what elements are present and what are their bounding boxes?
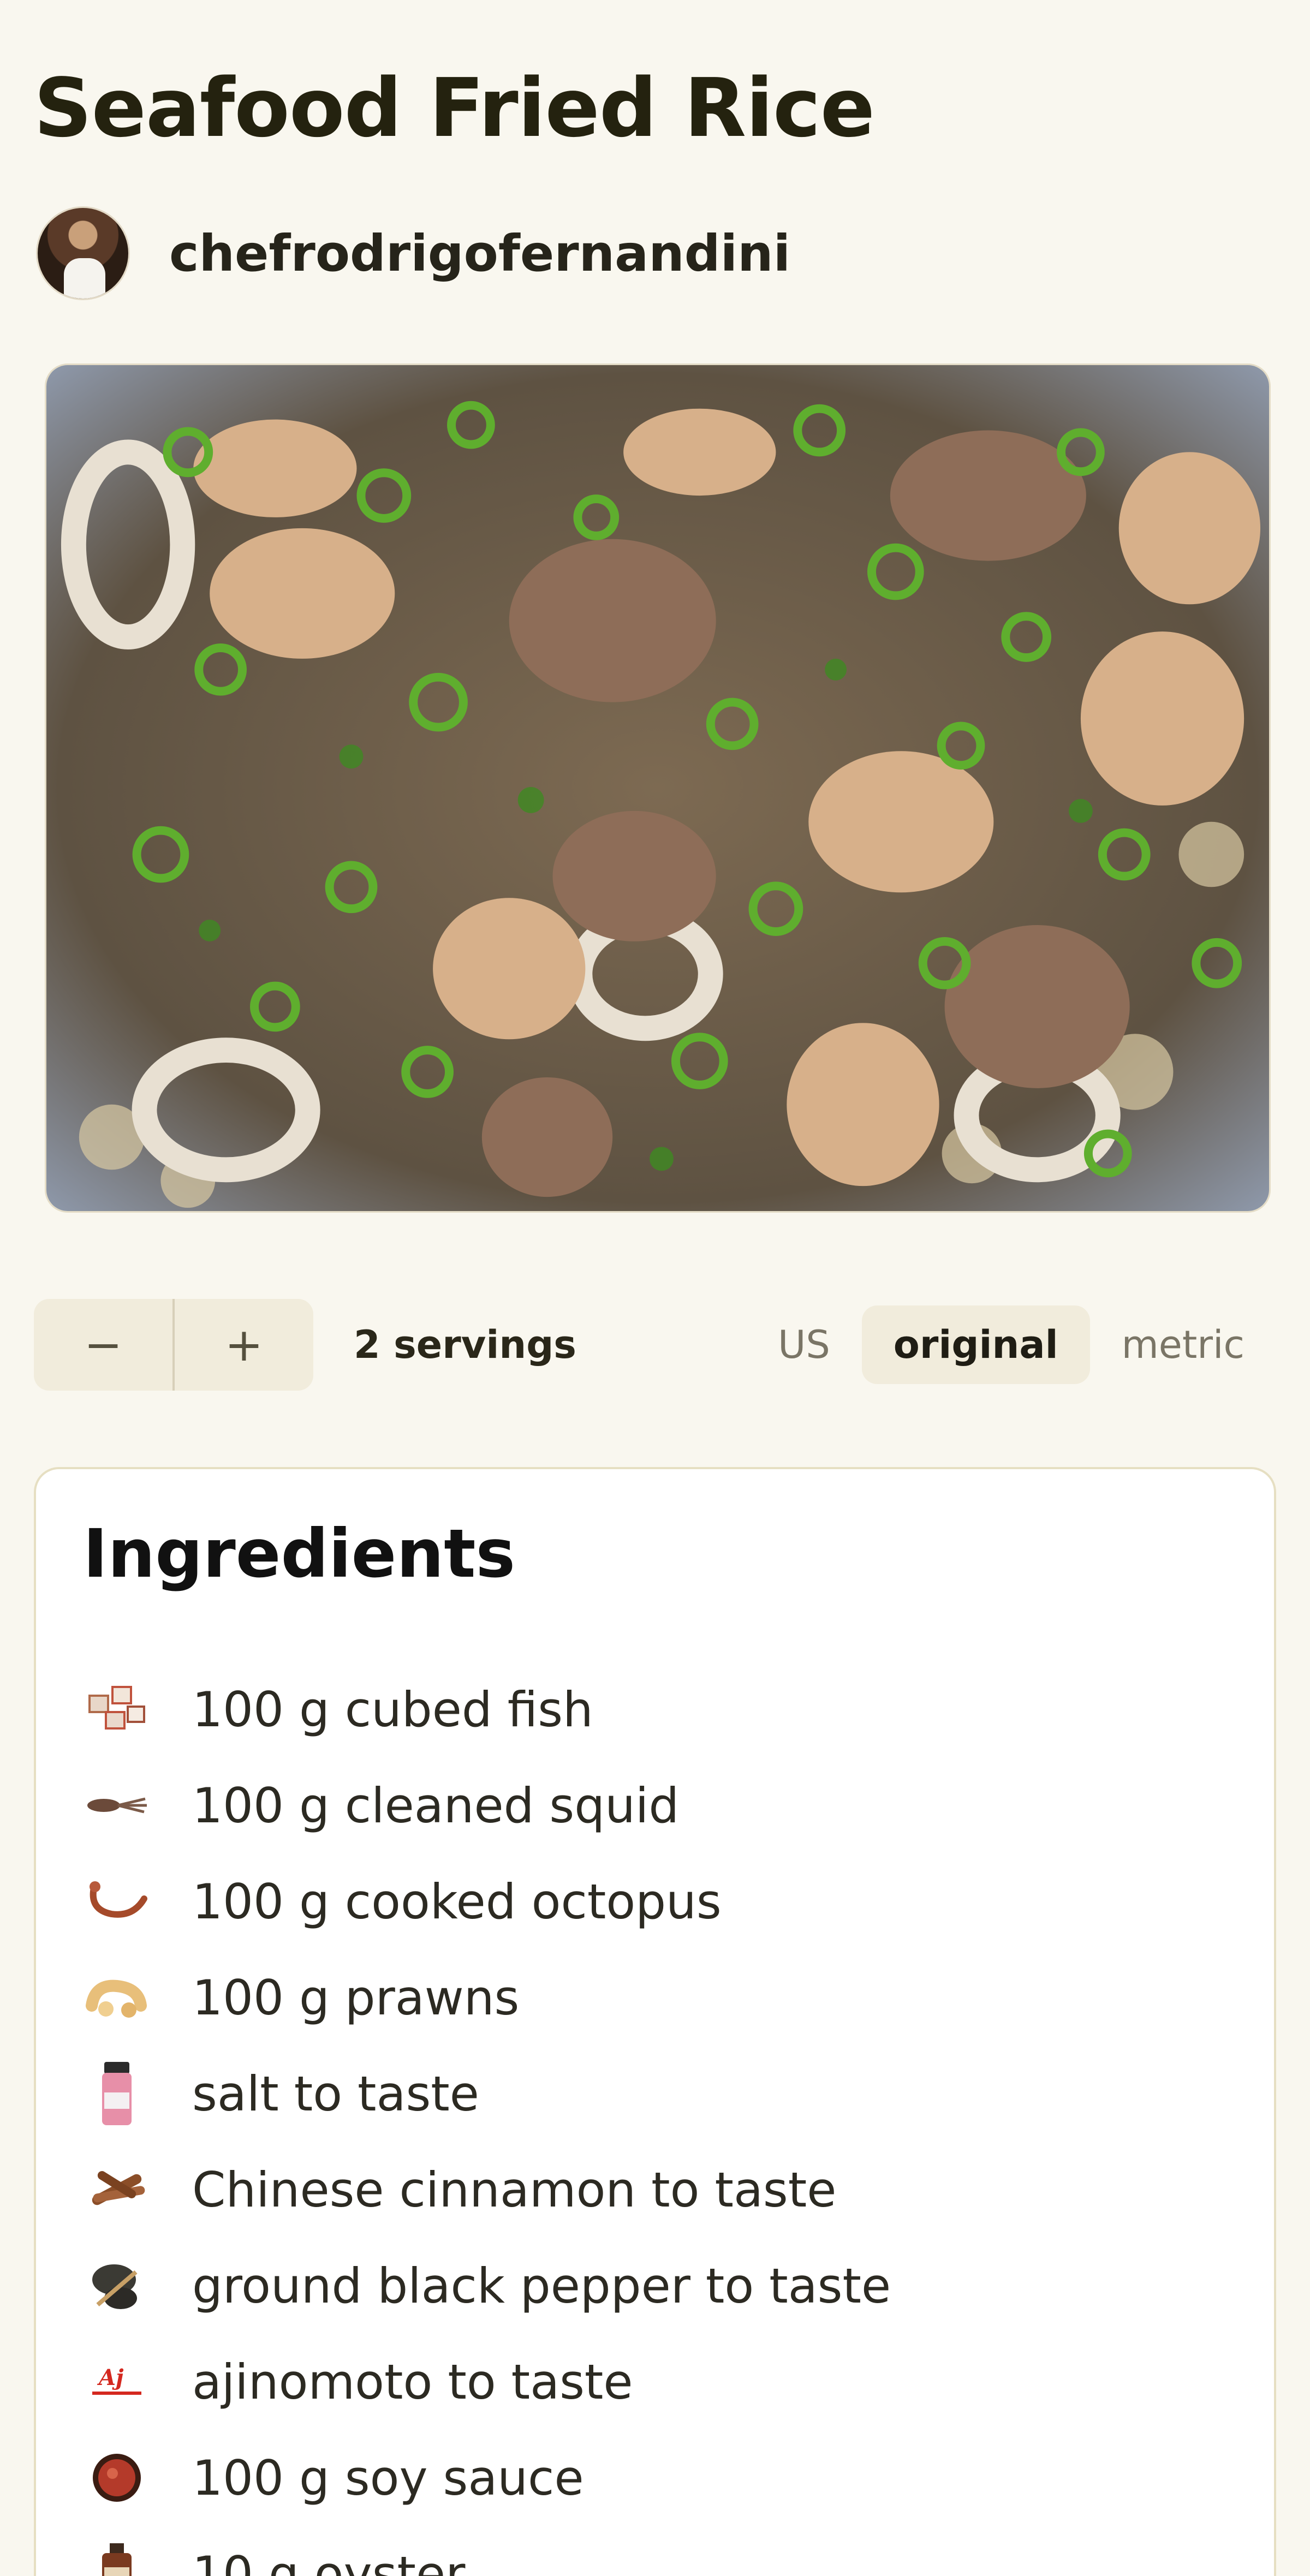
list-item: 100 g cubed fish (83, 1661, 891, 1757)
oyster-sauce-icon (83, 2540, 151, 2576)
servings-stepper: − + (34, 1299, 313, 1391)
cinnamon-icon (83, 2156, 151, 2223)
ingredient-text: 100 g prawns (192, 1969, 520, 2026)
increment-button[interactable]: + (175, 1299, 313, 1391)
list-item: salt to taste (83, 2046, 891, 2142)
list-item: Aj ajinomoto to taste (83, 2334, 891, 2430)
avatar[interactable] (36, 206, 130, 300)
ingredient-text: ground black pepper to taste (192, 2257, 891, 2314)
ingredient-text: 100 g cubed fish (192, 1681, 593, 1738)
recipe-photo (45, 363, 1271, 1213)
ingredients-heading: Ingredients (83, 1515, 516, 1593)
ingredients-card: Ingredients 100 g cubed fish 100 g clean… (34, 1467, 1276, 2576)
list-item: 100 g soy sauce (83, 2430, 891, 2526)
ingredient-text: salt to taste (192, 2065, 479, 2122)
author-row[interactable]: chefrodrigofernandini (36, 206, 790, 300)
list-item: 100 g cooked octopus (83, 1853, 891, 1949)
squid-icon (83, 1772, 151, 1839)
unit-metric-button[interactable]: metric (1090, 1305, 1276, 1384)
prawn-icon (83, 1964, 151, 2031)
list-item: Chinese cinnamon to taste (83, 2142, 891, 2238)
ingredient-text: 100 g soy sauce (192, 2449, 584, 2506)
salt-shaker-icon (83, 2060, 151, 2127)
serving-controls: − + 2 servings US original metric (34, 1299, 1276, 1391)
list-item: 100 g cleaned squid (83, 1757, 891, 1853)
ingredient-text: 100 g cleaned squid (192, 1777, 680, 1834)
unit-us-button[interactable]: US (746, 1305, 862, 1384)
pepper-icon (83, 2252, 151, 2319)
servings-label: 2 servings (354, 1322, 576, 1367)
fish-icon (83, 1675, 151, 1743)
unit-original-button[interactable]: original (861, 1305, 1090, 1384)
recipe-title: Seafood Fried Rice (34, 61, 875, 155)
svg-text:Aj: Aj (97, 2365, 124, 2390)
ingredients-list: 100 g cubed fish 100 g cleaned squid 100… (83, 1661, 891, 2576)
recipe-page: Seafood Fried Rice chefrodrigofernandini (0, 0, 1310, 2576)
ingredient-text: Chinese cinnamon to taste (192, 2161, 837, 2218)
soy-sauce-icon (83, 2444, 151, 2512)
decrement-button[interactable]: − (34, 1299, 172, 1391)
list-item: 10 g oyster (83, 2526, 891, 2576)
octopus-icon (83, 1868, 151, 1935)
list-item: 100 g prawns (83, 1949, 891, 2046)
unit-toggle: US original metric (746, 1305, 1276, 1384)
ajinomoto-logo-icon: Aj (83, 2348, 151, 2416)
author-name[interactable]: chefrodrigofernandini (169, 224, 790, 283)
list-item: ground black pepper to taste (83, 2238, 891, 2334)
ingredient-text: ajinomoto to taste (192, 2353, 633, 2410)
ingredient-text: 100 g cooked octopus (192, 1873, 722, 1930)
ingredient-text: 10 g oyster (192, 2545, 466, 2576)
